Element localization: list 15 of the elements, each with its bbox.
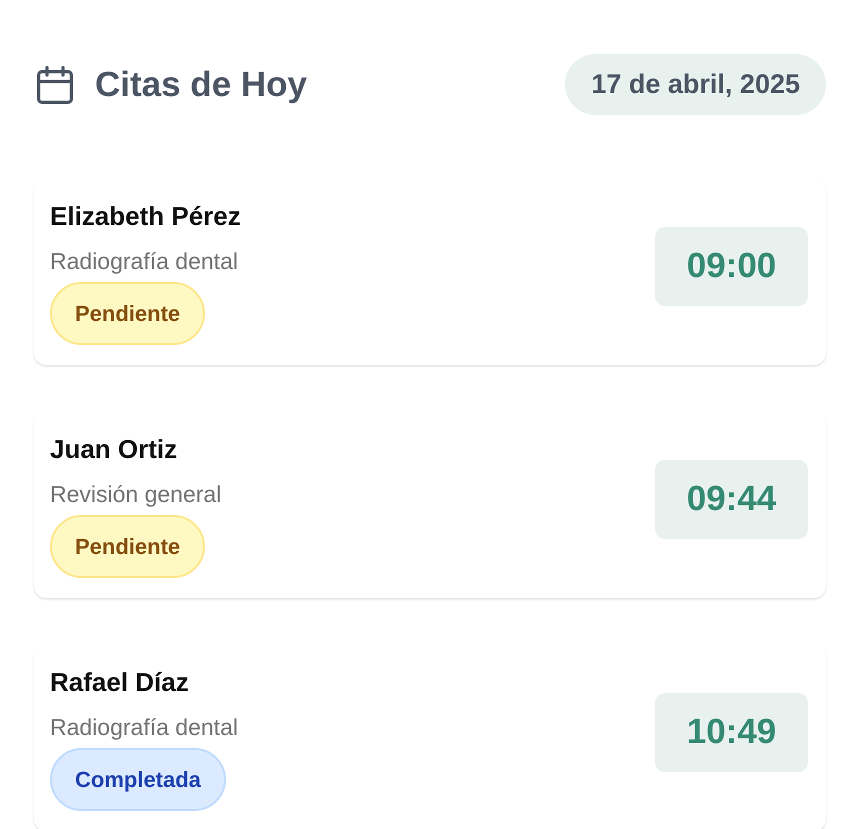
patient-name: Juan Ortiz [50,433,178,466]
calendar-icon [37,66,73,104]
time-badge: 10:49 [655,692,808,772]
time-badge: 09:44 [655,460,808,538]
service-name: Radiografía dental [50,247,238,276]
section-title: Citas de Hoy [95,64,307,106]
patient-name: Elizabeth Pérez [50,200,241,233]
service-name: Radiografía dental [50,713,238,742]
date-pill: 17 de abril, 2025 [565,54,826,115]
service-name: Revisión general [50,480,222,509]
status-badge: Pendiente [50,515,206,578]
patient-name: Rafael Díaz [50,666,189,699]
status-badge: Pendiente [50,282,206,345]
time-badge: 09:00 [655,226,808,306]
status-badge: Completada [50,748,226,811]
